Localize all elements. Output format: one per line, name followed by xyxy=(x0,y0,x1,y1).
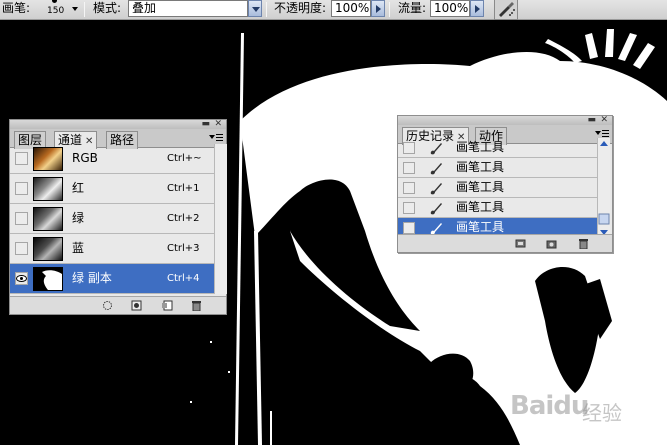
minimize-icon[interactable]: ▬ xyxy=(201,119,210,129)
chevron-right-icon xyxy=(475,5,480,13)
brush-dropdown-icon[interactable] xyxy=(72,7,78,11)
mask-thumbnail-art xyxy=(42,270,62,290)
brush-icon xyxy=(430,163,442,175)
panel-grip[interactable]: ▬ ✕ xyxy=(398,115,612,125)
brush-label: 画笔: xyxy=(2,1,31,15)
visibility-toggle[interactable] xyxy=(15,242,28,255)
history-snapshot-source[interactable] xyxy=(403,202,415,214)
visibility-toggle[interactable] xyxy=(15,272,28,285)
history-panel: ▬ ✕ 历史记录 ✕ 动作 画笔工具 画笔工具 画笔工具 画笔工具 画笔工具 xyxy=(397,115,613,253)
scroll-thumb xyxy=(598,213,610,225)
brush-preset-picker[interactable]: 150 xyxy=(44,0,66,19)
brush-icon xyxy=(430,203,442,215)
flow-input[interactable]: 100% xyxy=(430,0,470,17)
history-scrollbar[interactable] xyxy=(597,138,610,238)
channel-thumbnail xyxy=(33,147,63,171)
separator xyxy=(389,2,390,17)
separator xyxy=(266,2,267,17)
history-snapshot-source[interactable] xyxy=(403,182,415,194)
history-snapshot-source[interactable] xyxy=(403,142,415,154)
airbrush-icon xyxy=(499,2,515,17)
history-snapshot-source[interactable] xyxy=(403,162,415,174)
channels-scrollbar[interactable] xyxy=(214,144,227,294)
blend-mode-select[interactable]: 叠加 xyxy=(128,0,248,17)
channel-row-green-copy[interactable]: 绿 副本 Ctrl+4 xyxy=(10,264,214,294)
channel-thumbnail xyxy=(33,237,63,261)
close-icon[interactable]: ✕ xyxy=(214,119,222,129)
minimize-icon[interactable]: ▬ xyxy=(587,115,596,125)
visibility-toggle[interactable] xyxy=(15,152,28,165)
panel-menu-button[interactable] xyxy=(209,133,223,143)
channels-footer xyxy=(10,296,226,314)
tool-options-bar: 画笔: 150 模式: 叠加 不透明度: 100% 流量: 100% xyxy=(0,0,667,20)
new-document-from-state-icon[interactable] xyxy=(515,238,526,249)
new-channel-icon[interactable] xyxy=(162,300,173,311)
history-footer xyxy=(398,234,612,252)
eye-icon xyxy=(16,275,27,282)
blend-mode-dropdown[interactable] xyxy=(248,0,262,17)
baidu-jingyan-watermark: Baidu 经验 xyxy=(510,391,622,425)
load-channel-as-selection-icon[interactable] xyxy=(102,300,113,311)
trash-icon[interactable] xyxy=(578,238,589,249)
channel-row-green[interactable]: 绿 Ctrl+2 xyxy=(10,204,214,234)
chevron-down-icon xyxy=(209,135,215,139)
history-state[interactable]: 画笔工具 xyxy=(398,198,597,218)
channels-panel: ▬ ✕ 图层 通道 ✕ 路径 RGB Ctrl+~ 红 Ctrl+1 绿 Ctrl… xyxy=(9,119,227,315)
watermark-suffix: 经验 xyxy=(582,401,622,425)
brush-size: 150 xyxy=(47,6,65,16)
channel-thumbnail xyxy=(33,177,63,201)
chevron-down-icon xyxy=(595,131,601,135)
scroll-up-icon xyxy=(600,141,608,146)
opacity-slider-button[interactable] xyxy=(371,0,385,17)
flow-label: 流量: xyxy=(398,1,427,15)
opacity-input[interactable]: 100% xyxy=(331,0,371,17)
channel-row-red[interactable]: 红 Ctrl+1 xyxy=(10,174,214,204)
watermark-brand: Baidu xyxy=(510,391,589,421)
brush-tip-icon xyxy=(52,0,57,3)
brush-icon xyxy=(430,143,442,155)
new-snapshot-icon[interactable] xyxy=(546,238,557,249)
chevron-right-icon xyxy=(376,5,381,13)
history-snapshot-source[interactable] xyxy=(403,222,415,234)
channel-thumbnail xyxy=(33,207,63,231)
separator xyxy=(84,2,85,17)
mode-label: 模式: xyxy=(93,1,122,15)
opacity-label: 不透明度: xyxy=(274,1,327,15)
trash-icon[interactable] xyxy=(191,300,202,311)
flow-slider-button[interactable] xyxy=(470,0,484,17)
channel-thumbnail xyxy=(33,267,63,291)
visibility-toggle[interactable] xyxy=(15,182,28,195)
history-state[interactable]: 画笔工具 xyxy=(398,178,597,198)
scrollbar-art xyxy=(598,141,610,235)
history-state[interactable]: 画笔工具 xyxy=(398,138,597,158)
chevron-down-icon xyxy=(252,7,260,12)
channel-row-rgb[interactable]: RGB Ctrl+~ xyxy=(10,144,214,174)
channel-row-blue[interactable]: 蓝 Ctrl+3 xyxy=(10,234,214,264)
history-state[interactable]: 画笔工具 xyxy=(398,158,597,178)
brush-icon xyxy=(430,183,442,195)
close-icon[interactable]: ✕ xyxy=(600,115,608,125)
panel-grip[interactable]: ▬ ✕ xyxy=(10,119,226,129)
visibility-toggle[interactable] xyxy=(15,212,28,225)
save-selection-as-channel-icon[interactable] xyxy=(131,300,142,311)
airbrush-toggle[interactable] xyxy=(494,0,518,20)
